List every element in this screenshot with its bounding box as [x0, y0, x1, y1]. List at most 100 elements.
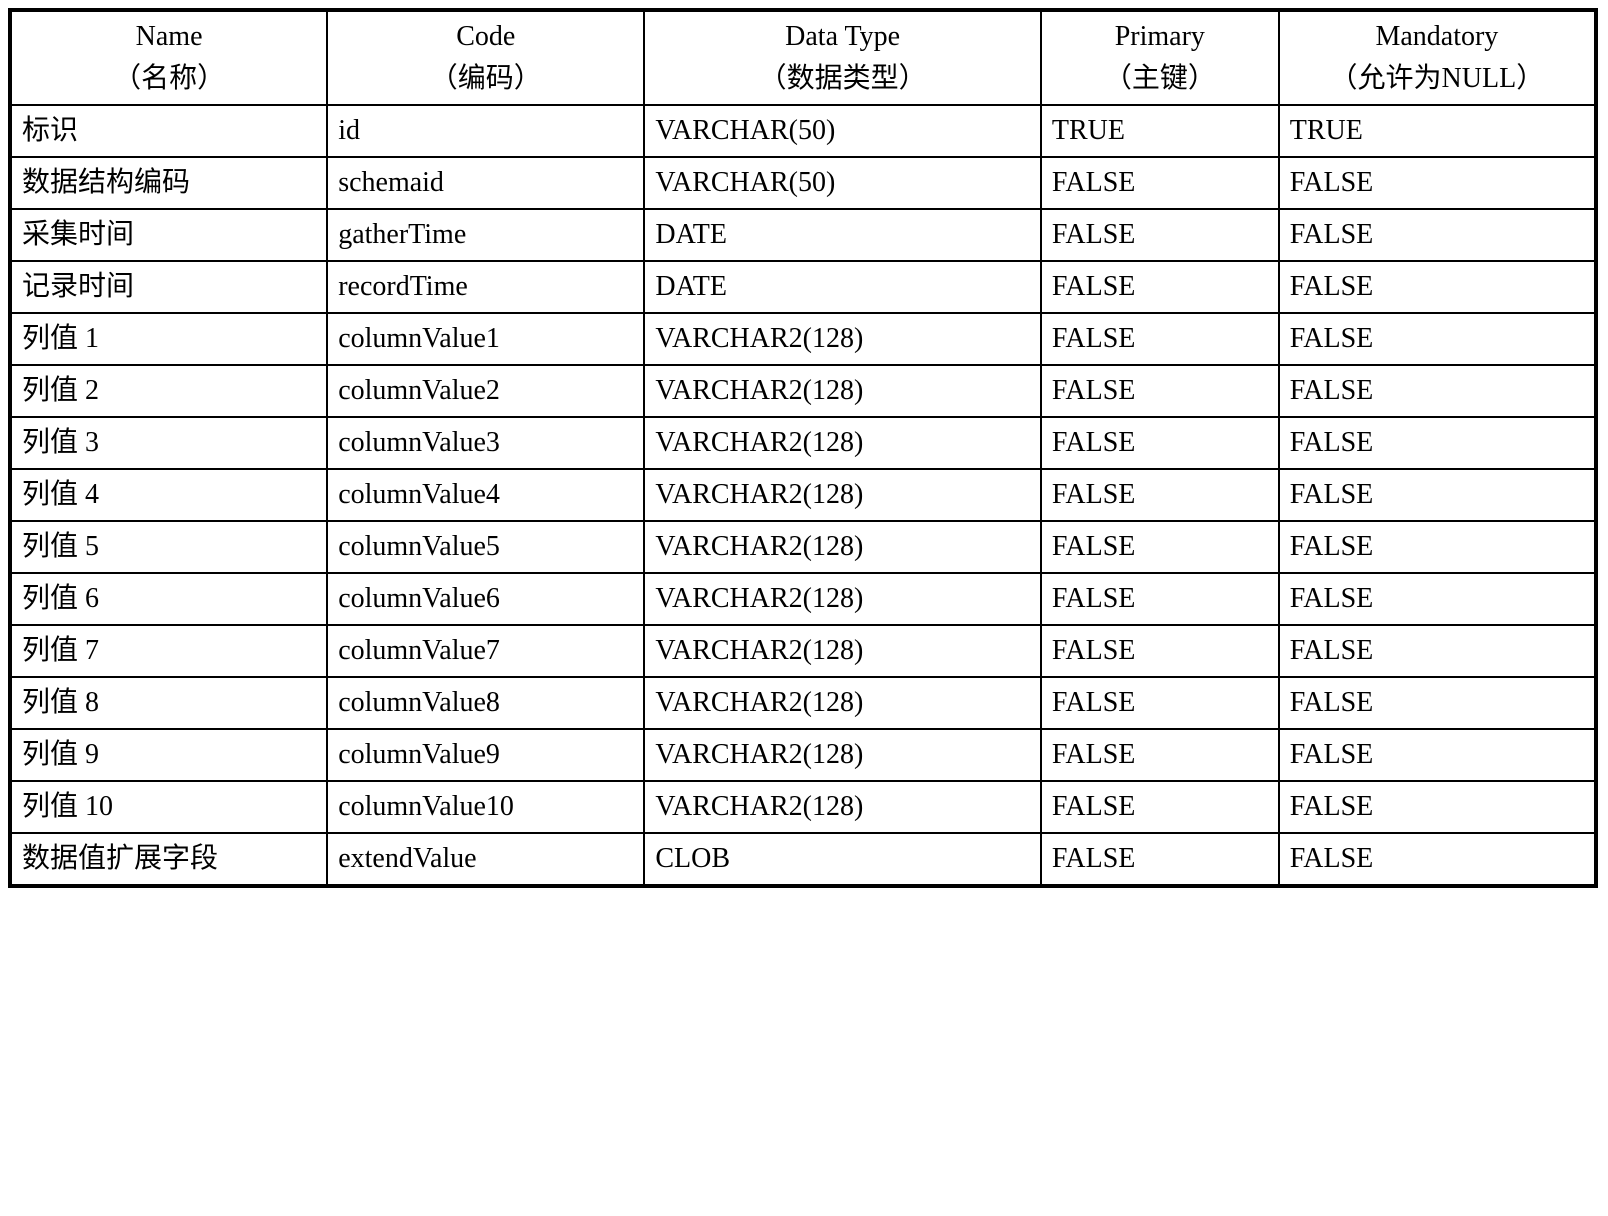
cell-code: columnValue10 — [327, 781, 644, 833]
table-row: 列值 5columnValue5VARCHAR2(128)FALSEFALSE — [10, 521, 1596, 573]
header-code-en: Code — [338, 16, 633, 58]
cell-name: 列值 10 — [10, 781, 327, 833]
cell-code: columnValue5 — [327, 521, 644, 573]
cell-code: extendValue — [327, 833, 644, 886]
cell-primary: FALSE — [1041, 209, 1279, 261]
header-name: Name （名称） — [10, 10, 327, 105]
header-type-en: Data Type — [655, 16, 1030, 58]
header-row: Name （名称） Code （编码） Data Type （数据类型） Pri… — [10, 10, 1596, 105]
cell-code: columnValue3 — [327, 417, 644, 469]
cell-type: VARCHAR2(128) — [644, 729, 1041, 781]
cell-type: VARCHAR2(128) — [644, 313, 1041, 365]
cell-type: VARCHAR(50) — [644, 105, 1041, 157]
cell-primary: FALSE — [1041, 573, 1279, 625]
header-mandatory: Mandatory （允许为NULL） — [1279, 10, 1596, 105]
header-name-en: Name — [22, 16, 316, 58]
cell-type: VARCHAR2(128) — [644, 469, 1041, 521]
cell-primary: FALSE — [1041, 365, 1279, 417]
cell-name: 列值 9 — [10, 729, 327, 781]
cell-name: 列值 3 — [10, 417, 327, 469]
cell-type: VARCHAR2(128) — [644, 417, 1041, 469]
table-row: 数据结构编码schemaidVARCHAR(50)FALSEFALSE — [10, 157, 1596, 209]
cell-primary: FALSE — [1041, 781, 1279, 833]
cell-mandatory: FALSE — [1279, 625, 1596, 677]
cell-primary: FALSE — [1041, 677, 1279, 729]
cell-name: 数据结构编码 — [10, 157, 327, 209]
table-row: 列值 7columnValue7VARCHAR2(128)FALSEFALSE — [10, 625, 1596, 677]
cell-mandatory: FALSE — [1279, 209, 1596, 261]
header-name-cn: （名称） — [22, 58, 316, 100]
cell-type: CLOB — [644, 833, 1041, 886]
cell-mandatory: FALSE — [1279, 157, 1596, 209]
cell-code: columnValue7 — [327, 625, 644, 677]
cell-mandatory: FALSE — [1279, 729, 1596, 781]
cell-mandatory: FALSE — [1279, 417, 1596, 469]
cell-code: columnValue4 — [327, 469, 644, 521]
header-primary: Primary （主键） — [1041, 10, 1279, 105]
cell-type: DATE — [644, 261, 1041, 313]
cell-type: VARCHAR2(128) — [644, 781, 1041, 833]
header-type: Data Type （数据类型） — [644, 10, 1041, 105]
cell-primary: FALSE — [1041, 469, 1279, 521]
table-row: 列值 10columnValue10VARCHAR2(128)FALSEFALS… — [10, 781, 1596, 833]
header-code: Code （编码） — [327, 10, 644, 105]
table-row: 列值 6columnValue6VARCHAR2(128)FALSEFALSE — [10, 573, 1596, 625]
table-row: 列值 8columnValue8VARCHAR2(128)FALSEFALSE — [10, 677, 1596, 729]
cell-name: 采集时间 — [10, 209, 327, 261]
cell-mandatory: FALSE — [1279, 261, 1596, 313]
table-row: 记录时间recordTimeDATEFALSEFALSE — [10, 261, 1596, 313]
cell-mandatory: FALSE — [1279, 313, 1596, 365]
header-primary-cn: （主键） — [1052, 58, 1268, 100]
cell-code: schemaid — [327, 157, 644, 209]
cell-primary: FALSE — [1041, 833, 1279, 886]
cell-mandatory: FALSE — [1279, 469, 1596, 521]
cell-name: 列值 7 — [10, 625, 327, 677]
table-row: 列值 1columnValue1VARCHAR2(128)FALSEFALSE — [10, 313, 1596, 365]
cell-name: 列值 2 — [10, 365, 327, 417]
table-row: 采集时间gatherTimeDATEFALSEFALSE — [10, 209, 1596, 261]
cell-primary: TRUE — [1041, 105, 1279, 157]
cell-mandatory: FALSE — [1279, 521, 1596, 573]
table-row: 数据值扩展字段extendValueCLOBFALSEFALSE — [10, 833, 1596, 886]
header-mandatory-cn: （允许为NULL） — [1290, 58, 1584, 100]
table-row: 列值 9columnValue9VARCHAR2(128)FALSEFALSE — [10, 729, 1596, 781]
table-row: 列值 3columnValue3VARCHAR2(128)FALSEFALSE — [10, 417, 1596, 469]
cell-code: columnValue2 — [327, 365, 644, 417]
cell-name: 列值 8 — [10, 677, 327, 729]
cell-primary: FALSE — [1041, 521, 1279, 573]
schema-table: Name （名称） Code （编码） Data Type （数据类型） Pri… — [8, 8, 1598, 888]
cell-primary: FALSE — [1041, 729, 1279, 781]
cell-code: id — [327, 105, 644, 157]
cell-code: columnValue6 — [327, 573, 644, 625]
cell-type: VARCHAR2(128) — [644, 365, 1041, 417]
header-mandatory-en: Mandatory — [1290, 16, 1584, 58]
cell-name: 列值 6 — [10, 573, 327, 625]
cell-primary: FALSE — [1041, 157, 1279, 209]
cell-code: columnValue9 — [327, 729, 644, 781]
cell-type: VARCHAR2(128) — [644, 521, 1041, 573]
cell-mandatory: FALSE — [1279, 677, 1596, 729]
cell-name: 标识 — [10, 105, 327, 157]
cell-name: 列值 4 — [10, 469, 327, 521]
cell-code: gatherTime — [327, 209, 644, 261]
cell-mandatory: FALSE — [1279, 365, 1596, 417]
cell-code: columnValue8 — [327, 677, 644, 729]
header-code-cn: （编码） — [338, 58, 633, 100]
cell-name: 列值 1 — [10, 313, 327, 365]
cell-name: 列值 5 — [10, 521, 327, 573]
cell-type: VARCHAR2(128) — [644, 677, 1041, 729]
cell-mandatory: FALSE — [1279, 573, 1596, 625]
cell-name: 数据值扩展字段 — [10, 833, 327, 886]
cell-primary: FALSE — [1041, 261, 1279, 313]
cell-primary: FALSE — [1041, 417, 1279, 469]
cell-name: 记录时间 — [10, 261, 327, 313]
table-body: 标识idVARCHAR(50)TRUETRUE数据结构编码schemaidVAR… — [10, 105, 1596, 886]
cell-mandatory: FALSE — [1279, 833, 1596, 886]
cell-mandatory: TRUE — [1279, 105, 1596, 157]
header-primary-en: Primary — [1052, 16, 1268, 58]
cell-primary: FALSE — [1041, 313, 1279, 365]
cell-type: VARCHAR(50) — [644, 157, 1041, 209]
cell-type: VARCHAR2(128) — [644, 625, 1041, 677]
cell-type: VARCHAR2(128) — [644, 573, 1041, 625]
cell-code: columnValue1 — [327, 313, 644, 365]
